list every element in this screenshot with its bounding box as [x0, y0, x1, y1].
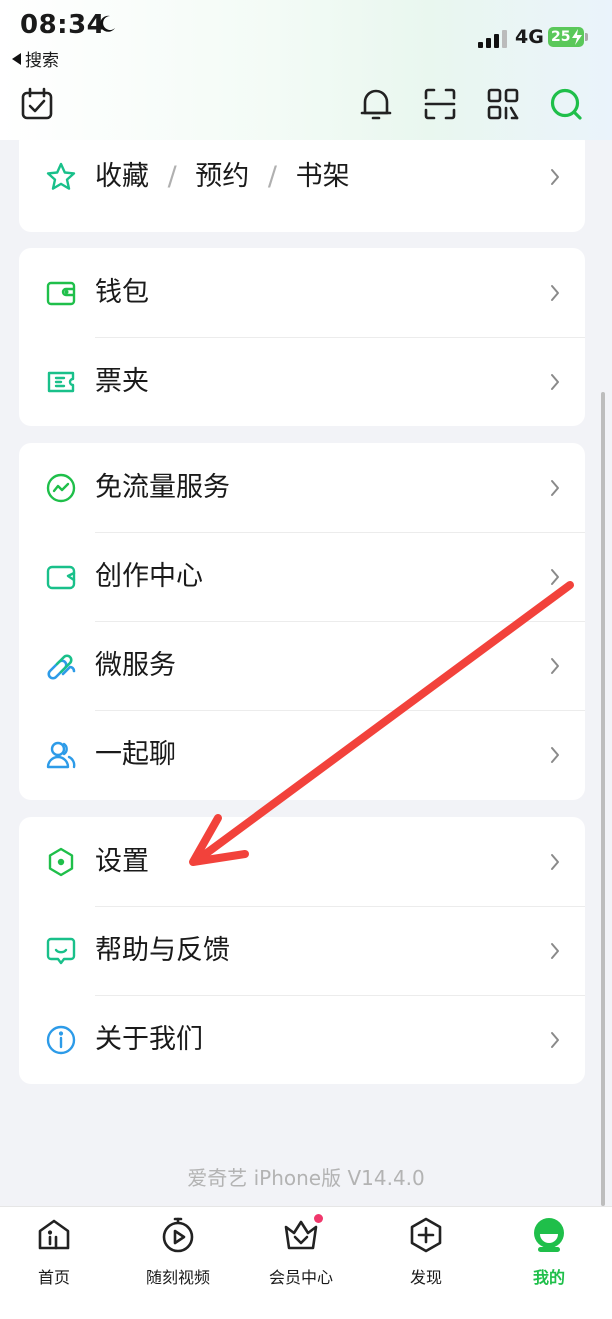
qr-code-icon[interactable]: [485, 86, 521, 122]
moon-icon: [100, 15, 115, 32]
chevron-right-icon: [551, 480, 559, 496]
trend-circle-icon: [46, 473, 76, 503]
separator: /: [267, 161, 277, 192]
back-triangle-icon: [12, 52, 21, 65]
micro-services-label: 微服务: [95, 650, 176, 681]
vip-crown-icon: [284, 1220, 318, 1250]
chevron-right-icon: [551, 854, 559, 870]
chevron-right-icon: [551, 658, 559, 674]
bell-icon[interactable]: [358, 86, 394, 122]
back-label: 搜索: [25, 51, 59, 71]
plus-hexagon-icon: [410, 1217, 442, 1253]
wallet-label: 钱包: [95, 277, 149, 308]
scan-icon[interactable]: [422, 86, 458, 122]
tab-moments[interactable]: 随刻视频: [118, 1207, 238, 1297]
about-us-label: 关于我们: [95, 1024, 203, 1055]
tab-mine-label: 我的: [532, 1268, 565, 1287]
info-icon: [46, 1025, 76, 1055]
chevron-right-icon: [551, 569, 559, 585]
video-camera-icon: [46, 565, 76, 590]
tickets-label: 票夹: [95, 366, 149, 397]
bottom-tab-bar: 首页 随刻视频 会员中心 发现 我的: [0, 1206, 612, 1319]
help-feedback-row[interactable]: 帮助与反馈: [19, 906, 585, 995]
scrollbar[interactable]: [601, 392, 605, 1206]
settings-hexagon-icon: [48, 847, 74, 877]
chevron-right-icon: [551, 374, 559, 390]
micro-services-row[interactable]: 微服务: [19, 621, 585, 710]
wallet-card: 钱包 票夹: [19, 248, 585, 426]
battery-level: 25: [551, 29, 571, 45]
favorites-text[interactable]: 收藏: [95, 161, 149, 192]
favorites-card: 收藏 / 预约 / 书架: [19, 140, 585, 232]
home-icon: [38, 1219, 70, 1250]
chevron-right-icon: [551, 1032, 559, 1048]
wallet-row[interactable]: 钱包: [19, 248, 585, 337]
creator-center-row[interactable]: 创作中心: [19, 532, 585, 621]
favorites-label: 收藏 / 预约 / 书架: [95, 140, 350, 221]
settings-card: 设置 帮助与反馈 关于我们: [19, 817, 585, 1084]
services-card: 免流量服务 创作中心 微服务 一起聊: [19, 443, 585, 800]
bookshelf-text[interactable]: 书架: [296, 161, 350, 192]
profile-avatar-icon: [534, 1218, 564, 1252]
chat-together-label: 一起聊: [95, 739, 176, 770]
network-type: 4G: [515, 26, 544, 48]
tab-home[interactable]: 首页: [0, 1207, 114, 1297]
free-data-label: 免流量服务: [95, 472, 230, 503]
star-icon: [46, 162, 76, 190]
chevron-right-icon: [551, 747, 559, 763]
tab-discover-label: 发现: [409, 1268, 442, 1287]
battery-icon: 25: [548, 27, 588, 47]
chevron-right-icon: [551, 943, 559, 959]
free-data-row[interactable]: 免流量服务: [19, 443, 585, 532]
calendar-check-icon[interactable]: [19, 86, 55, 122]
tab-moments-label: 随刻视频: [145, 1268, 210, 1287]
notification-dot: [314, 1214, 323, 1223]
help-feedback-label: 帮助与反馈: [95, 935, 230, 966]
link-icon: [47, 654, 76, 680]
charging-bolt-icon: [572, 29, 582, 45]
settings-label: 设置: [95, 846, 149, 877]
tab-discover[interactable]: 发现: [366, 1207, 486, 1297]
tab-home-label: 首页: [37, 1268, 70, 1287]
tab-vip-label: 会员中心: [268, 1268, 333, 1287]
chevron-right-icon: [551, 285, 559, 301]
play-circle-icon: [162, 1217, 194, 1253]
signal-icon: [478, 30, 507, 48]
app-version: 爱奇艺 iPhone版 V14.4.0: [187, 1166, 425, 1190]
separator: /: [167, 161, 177, 192]
ticket-icon: [47, 371, 75, 393]
feedback-chat-icon: [46, 937, 76, 965]
tab-vip[interactable]: 会员中心: [241, 1207, 361, 1297]
settings-row[interactable]: 设置: [19, 817, 585, 906]
chevron-right-icon: [551, 169, 559, 185]
back-to-search-link[interactable]: 搜索: [12, 46, 59, 71]
chat-together-row[interactable]: 一起聊: [19, 710, 585, 799]
reservations-text[interactable]: 预约: [195, 161, 249, 192]
creator-center-label: 创作中心: [95, 561, 203, 592]
wallet-icon: [46, 281, 76, 306]
search-icon[interactable]: [548, 86, 584, 122]
top-bar: 08:34 搜索 4G 25: [0, 0, 612, 140]
status-time: 08:34: [20, 10, 106, 40]
about-us-row[interactable]: 关于我们: [19, 995, 585, 1084]
favorites-row[interactable]: 收藏 / 预约 / 书架: [19, 140, 585, 221]
users-icon: [46, 741, 76, 769]
tickets-row[interactable]: 票夹: [19, 337, 585, 426]
tab-mine[interactable]: 我的: [489, 1207, 609, 1297]
profile-menu-scroll[interactable]: 收藏 / 预约 / 书架 钱包 票夹 免流量服务 创作中心 微服务 一起聊 设置…: [0, 140, 612, 1206]
